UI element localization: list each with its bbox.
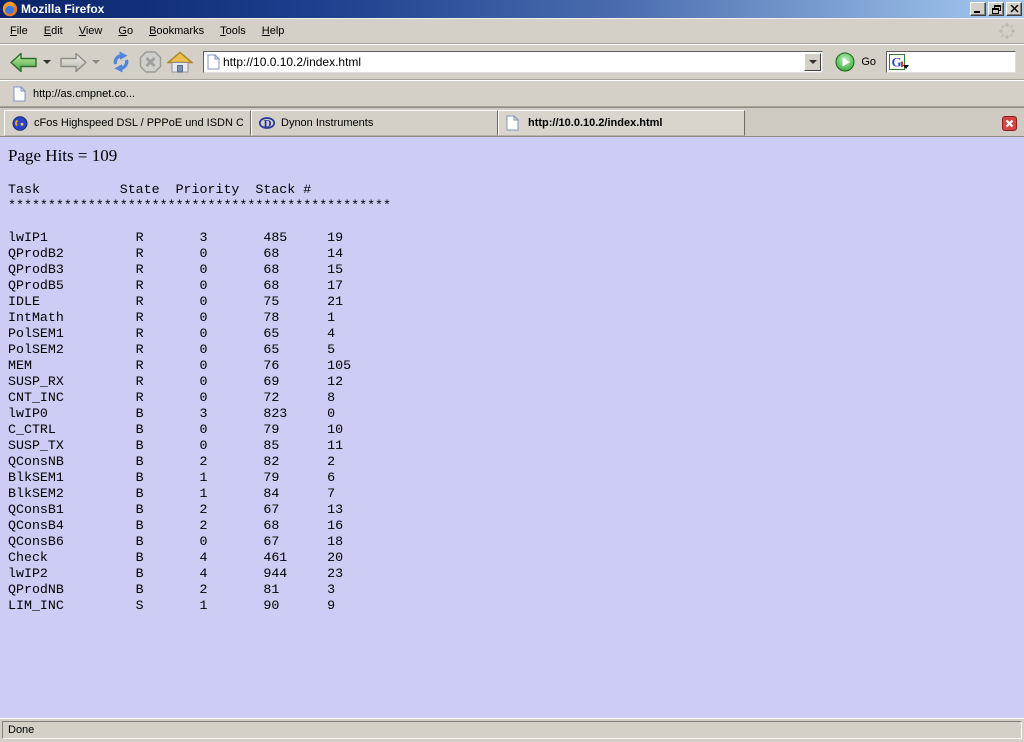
back-dropdown[interactable] — [43, 60, 51, 64]
page-content: Page Hits = 109 Task State Priority Stac… — [0, 137, 1024, 718]
status-panel: Done — [2, 721, 1022, 739]
url-dropdown-button[interactable] — [804, 53, 821, 71]
stop-button[interactable] — [136, 48, 165, 76]
status-text: Done — [8, 724, 34, 736]
menu-help[interactable]: Help — [254, 21, 293, 41]
forward-button[interactable] — [57, 49, 89, 76]
task-table: Task State Priority Stack # ************… — [8, 182, 391, 614]
browser-tab-3[interactable]: http://10.0.10.2/index.html — [498, 110, 745, 136]
url-input[interactable] — [221, 55, 803, 69]
firefox-icon — [2, 1, 18, 17]
dynon-icon: D — [259, 115, 275, 131]
page-icon — [207, 54, 221, 70]
menu-bookmarks[interactable]: Bookmarks — [141, 21, 212, 41]
close-button[interactable] — [1006, 2, 1022, 16]
back-button[interactable] — [8, 49, 40, 76]
browser-tab-1[interactable]: cFos Highspeed DSL / PPPoE und ISDN CAP.… — [4, 110, 251, 136]
tab-label: Dynon Instruments — [281, 117, 373, 129]
title-bar: Mozilla Firefox — [0, 0, 1024, 18]
page-icon — [13, 86, 26, 102]
menu-edit[interactable]: Edit — [36, 21, 71, 41]
reload-button[interactable] — [106, 48, 136, 76]
search-box: G — [886, 51, 1016, 73]
window-controls — [970, 2, 1024, 16]
browser-tab-2[interactable]: D Dynon Instruments — [251, 110, 498, 136]
svg-text:G: G — [892, 55, 902, 70]
tab-label: cFos Highspeed DSL / PPPoE und ISDN CAP.… — [34, 117, 243, 129]
home-button[interactable] — [165, 49, 195, 76]
svg-text:D: D — [264, 118, 272, 130]
forward-dropdown[interactable] — [92, 60, 100, 64]
bookmark-item[interactable]: http://as.cmpnet.co... — [9, 84, 139, 104]
window-title: Mozilla Firefox — [21, 2, 104, 16]
go-button[interactable]: Go — [835, 52, 876, 72]
navigation-toolbar: Go G — [0, 44, 1024, 80]
close-tab-button[interactable] — [1002, 116, 1017, 131]
browser-window: Mozilla Firefox FileEditViewGoBookmarksT… — [0, 0, 1024, 742]
go-label: Go — [861, 56, 876, 68]
tab-label: http://10.0.10.2/index.html — [528, 117, 662, 129]
page-hits-text: Page Hits = 109 — [8, 146, 117, 166]
page-icon — [506, 115, 522, 131]
throbber-icon — [998, 22, 1016, 40]
bookmark-label: http://as.cmpnet.co... — [33, 88, 135, 100]
menu-view[interactable]: View — [71, 21, 111, 41]
menu-bar: FileEditViewGoBookmarksToolsHelp — [0, 18, 1024, 44]
menu-go[interactable]: Go — [110, 21, 141, 41]
bookmarks-toolbar: http://as.cmpnet.co... — [0, 80, 1024, 107]
restore-button[interactable] — [988, 2, 1004, 16]
minimize-button[interactable] — [970, 2, 986, 16]
status-bar: Done — [0, 718, 1024, 742]
tab-strip: cFos Highspeed DSL / PPPoE und ISDN CAP.… — [0, 107, 1024, 137]
menu-tools[interactable]: Tools — [212, 21, 254, 41]
cfos-icon — [12, 115, 28, 131]
go-icon — [835, 52, 855, 72]
menu-file[interactable]: File — [2, 21, 36, 41]
url-bar — [203, 51, 823, 73]
search-input[interactable] — [906, 55, 1024, 69]
search-engine-caret[interactable] — [903, 65, 909, 69]
